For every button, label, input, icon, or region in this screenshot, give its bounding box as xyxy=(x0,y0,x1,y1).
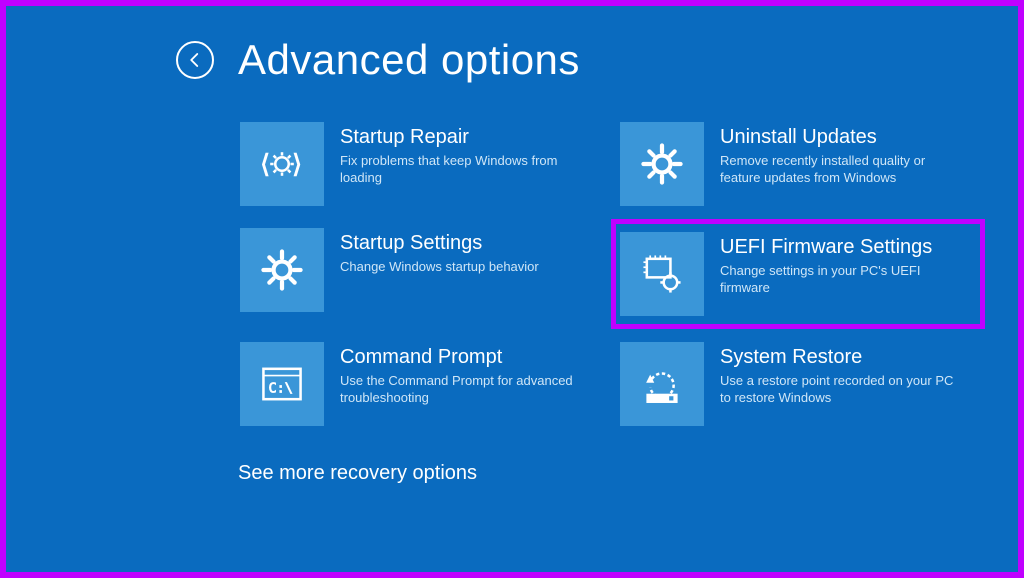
tile-title: Startup Settings xyxy=(340,232,539,255)
options-grid: ⟨ ⟩ Startup Repair Fix problems that kee… xyxy=(238,120,978,428)
firmware-chip-icon xyxy=(620,232,704,316)
svg-text:⟨: ⟨ xyxy=(260,150,270,178)
tile-system-restore[interactable]: System Restore Use a restore point recor… xyxy=(618,340,978,428)
tile-desc: Fix problems that keep Windows from load… xyxy=(340,153,580,187)
tile-startup-repair[interactable]: ⟨ ⟩ Startup Repair Fix problems that kee… xyxy=(238,120,598,208)
tile-title: UEFI Firmware Settings xyxy=(720,236,960,259)
tile-uefi-firmware-settings[interactable]: UEFI Firmware Settings Change settings i… xyxy=(618,226,978,322)
tile-desc: Remove recently installed quality or fea… xyxy=(720,153,960,187)
tile-desc: Use the Command Prompt for advanced trou… xyxy=(340,373,580,407)
tile-desc: Use a restore point recorded on your PC … xyxy=(720,373,960,407)
page-header: Advanced options xyxy=(176,36,978,84)
tile-command-prompt[interactable]: C:\ Command Prompt Use the Command Promp… xyxy=(238,340,598,428)
startup-repair-icon: ⟨ ⟩ xyxy=(240,122,324,206)
tile-desc: Change Windows startup behavior xyxy=(340,259,539,276)
tile-title: System Restore xyxy=(720,346,960,369)
tile-title: Startup Repair xyxy=(340,126,580,149)
tile-title: Command Prompt xyxy=(340,346,580,369)
tile-startup-settings[interactable]: Startup Settings Change Windows startup … xyxy=(238,226,598,322)
gear-icon xyxy=(240,228,324,312)
system-restore-icon xyxy=(620,342,704,426)
svg-text:⟩: ⟩ xyxy=(292,150,302,178)
see-more-recovery-options-link[interactable]: See more recovery options xyxy=(238,462,978,485)
command-prompt-icon: C:\ xyxy=(240,342,324,426)
tile-uninstall-updates[interactable]: Uninstall Updates Remove recently instal… xyxy=(618,120,978,208)
page-title: Advanced options xyxy=(238,36,580,84)
back-button[interactable] xyxy=(176,41,214,79)
tile-desc: Change settings in your PC's UEFI firmwa… xyxy=(720,263,960,297)
back-arrow-icon xyxy=(186,51,204,69)
gear-icon xyxy=(620,122,704,206)
tile-title: Uninstall Updates xyxy=(720,126,960,149)
svg-text:C:\: C:\ xyxy=(269,380,293,396)
